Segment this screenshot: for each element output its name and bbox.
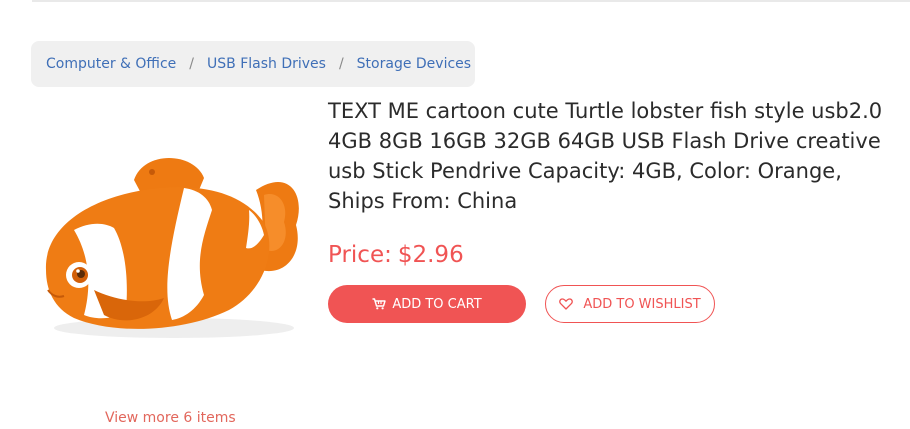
add-to-cart-label: ADD TO CART: [392, 296, 482, 312]
breadcrumb-separator: /: [189, 56, 194, 72]
top-divider: [32, 0, 910, 2]
heart-icon: [559, 298, 574, 310]
price-value: $2.96: [397, 242, 464, 268]
add-to-cart-button[interactable]: ADD TO CART: [328, 285, 526, 323]
view-more-link[interactable]: View more 6 items: [105, 410, 236, 426]
breadcrumb: Computer & Office / USB Flash Drives / S…: [31, 41, 475, 87]
breadcrumb-separator: /: [338, 56, 344, 72]
add-to-wishlist-label: ADD TO WISHLIST: [583, 296, 701, 312]
product-title: TEXT ME cartoon cute Turtle lobster fish…: [328, 99, 883, 213]
add-to-wishlist-button[interactable]: ADD TO WISHLIST: [545, 285, 715, 323]
price-label: Price:: [328, 242, 392, 268]
breadcrumb-item-computer-office[interactable]: Computer & Office: [46, 56, 176, 72]
clownfish-usb-illustration: [45, 158, 299, 338]
product-price: Price: $2.96: [328, 242, 464, 268]
product-image[interactable]: [34, 150, 306, 346]
breadcrumb-item-storage-devices[interactable]: Storage Devices: [357, 56, 471, 72]
cart-icon: [372, 298, 387, 310]
breadcrumb-item-usb-flash-drives[interactable]: USB Flash Drives: [207, 56, 326, 72]
